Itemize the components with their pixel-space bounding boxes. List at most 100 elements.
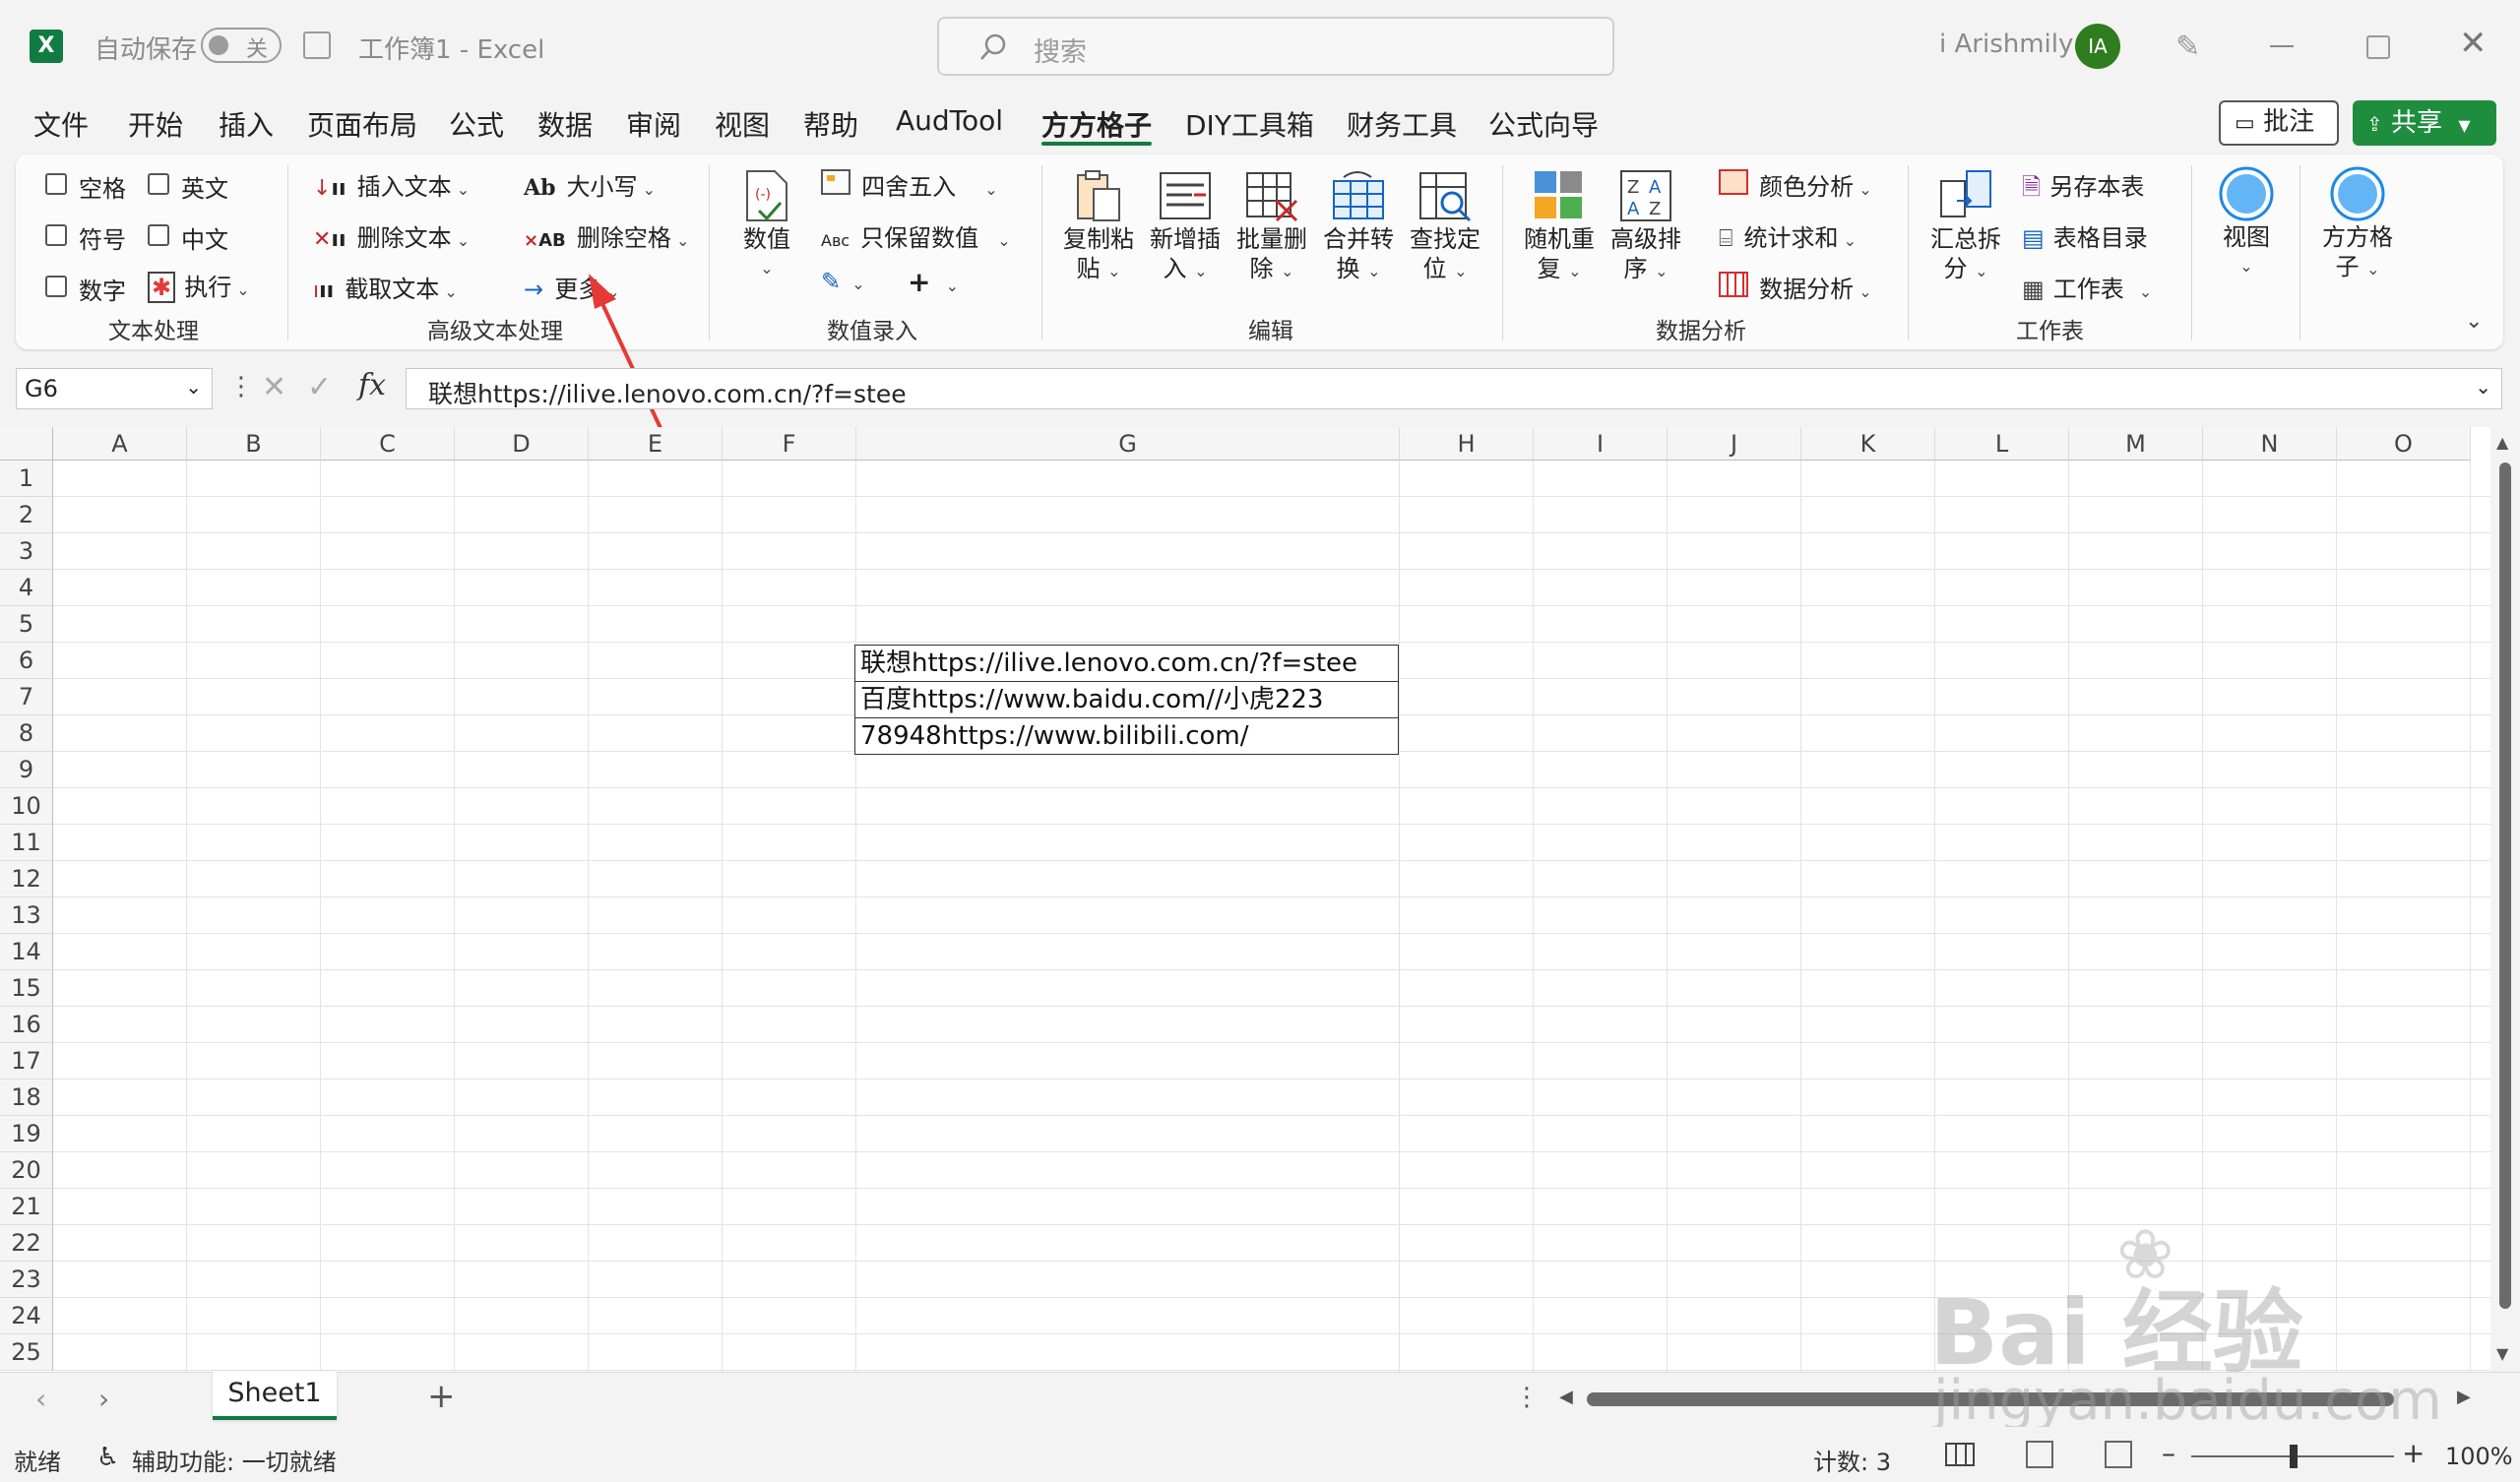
comment-button[interactable]: ▭ 批注 (2219, 100, 2339, 146)
row-header-3[interactable]: 3 (0, 533, 53, 570)
confirm-icon[interactable]: ✓ (307, 370, 332, 404)
checkbox-english[interactable] (148, 173, 169, 195)
close-icon[interactable]: ✕ (2459, 24, 2488, 63)
execute-button[interactable]: ✱ 执行 ⌄ (148, 268, 250, 303)
sheet-tab-sheet1[interactable]: Sheet1 (213, 1371, 337, 1420)
more-options-icon[interactable]: ⋮ (1514, 1383, 1540, 1412)
tab-file[interactable]: 文件 (33, 104, 89, 144)
share-button[interactable]: ⇪ 共享 ▼ (2353, 100, 2496, 146)
case-button[interactable]: Ab 大小写 ⌄ (524, 167, 656, 202)
more-options-icon[interactable]: ⋮ (228, 372, 254, 401)
row-header-7[interactable]: 7 (0, 679, 53, 715)
find-locate-button[interactable]: 查找定 位 ⌄ (1406, 167, 1484, 286)
tab-finance-tools[interactable]: 财务工具 (1347, 104, 1457, 144)
column-header-e[interactable]: E (589, 427, 723, 461)
row-header-12[interactable]: 12 (0, 861, 53, 897)
column-header-f[interactable]: F (723, 427, 856, 461)
insert-function-button[interactable]: fx (358, 368, 386, 402)
row-header-1[interactable]: 1 (0, 461, 53, 497)
scroll-up-icon[interactable]: ▲ (2496, 433, 2508, 452)
tab-audtool[interactable]: AudTool (896, 104, 1003, 137)
row-header-20[interactable]: 20 (0, 1152, 53, 1189)
pen-icon[interactable]: ✎ (2175, 30, 2200, 64)
summary-split-button[interactable]: 汇总拆 分 ⌄ (1923, 167, 2008, 286)
vertical-scroll-thumb[interactable] (2499, 463, 2511, 1309)
save-sheet-button[interactable]: 🗎 另存本表 (2022, 167, 2144, 211)
row-header-22[interactable]: 22 (0, 1225, 53, 1262)
zoom-in-button[interactable]: + (2402, 1437, 2425, 1469)
save-icon[interactable] (303, 31, 331, 59)
row-header-21[interactable]: 21 (0, 1189, 53, 1225)
zoom-level[interactable]: 100% (2445, 1443, 2513, 1470)
chevron-left-icon[interactable]: ‹ (35, 1383, 46, 1415)
tab-help[interactable]: 帮助 (803, 104, 858, 144)
formula-input[interactable]: 联想https://ilive.lenovo.com.cn/?f=stee ⌄ (406, 368, 2502, 409)
tab-view[interactable]: 视图 (715, 104, 770, 144)
cancel-icon[interactable]: ✕ (262, 370, 286, 404)
zoom-slider-thumb[interactable] (2290, 1445, 2298, 1468)
tab-review[interactable]: 审阅 (626, 104, 681, 144)
scroll-down-icon[interactable]: ▼ (2496, 1344, 2508, 1363)
row-header-18[interactable]: 18 (0, 1080, 53, 1116)
random-repeat-button[interactable]: 随机重 复 ⌄ (1520, 167, 1599, 286)
advanced-sort-button[interactable]: ZAAZ 高级排 序 ⌄ (1606, 167, 1685, 286)
scroll-right-icon[interactable]: ▶ (2457, 1387, 2471, 1407)
row-header-2[interactable]: 2 (0, 497, 53, 533)
column-header-j[interactable]: J (1668, 427, 1801, 461)
view-button[interactable]: 视图 ⌄ (2209, 165, 2284, 281)
stat-sum-button[interactable]: ⌸ 统计求和 ⌄ (1719, 218, 1857, 253)
row-header-6[interactable]: 6 (0, 643, 53, 679)
cell-g8[interactable]: 78948https://www.bilibili.com/ (854, 717, 1399, 755)
row-header-16[interactable]: 16 (0, 1007, 53, 1043)
chevron-right-icon[interactable]: › (98, 1383, 109, 1415)
user-name[interactable]: i Arishmily (1939, 30, 2073, 59)
row-header-17[interactable]: 17 (0, 1043, 53, 1080)
insert-text-button[interactable]: ↓ıı 插入文本 ⌄ (313, 167, 470, 202)
batch-delete-button[interactable]: 批量删 除 ⌄ (1232, 167, 1311, 286)
column-header-l[interactable]: L (1935, 427, 2069, 461)
checkbox-symbol[interactable] (45, 224, 67, 246)
select-all-corner[interactable] (0, 427, 53, 461)
tab-insert[interactable]: 插入 (219, 104, 274, 144)
row-header-13[interactable]: 13 (0, 897, 53, 934)
data-analysis-button[interactable]: 数据分析 ⌄ (1719, 270, 1872, 304)
column-header-k[interactable]: K (1801, 427, 1935, 461)
worksheet-button[interactable]: ▦ 工作表 ⌄ (2022, 270, 2152, 304)
extract-text-button[interactable]: ııı 截取文本 ⌄ (313, 270, 458, 304)
restore-icon[interactable] (2366, 35, 2390, 59)
checkbox-space[interactable] (45, 173, 67, 195)
ffgz-button[interactable]: 方方格 子 ⌄ (2315, 165, 2400, 284)
checkbox-number[interactable] (45, 276, 67, 297)
zoom-out-button[interactable]: – (2162, 1437, 2175, 1469)
column-header-i[interactable]: I (1534, 427, 1668, 461)
color-analysis-button[interactable]: 颜色分析 ⌄ (1719, 167, 1872, 202)
cell-g7[interactable]: 百度https://www.baidu.com//小虎223 (854, 681, 1399, 718)
tab-formula-wizard[interactable]: 公式向导 (1488, 104, 1599, 144)
row-header-9[interactable]: 9 (0, 752, 53, 788)
row-header-10[interactable]: 10 (0, 788, 53, 825)
normal-view-icon[interactable] (1945, 1443, 1975, 1466)
add-entry-button[interactable]: + ⌄ (908, 266, 959, 298)
column-header-g[interactable]: G (856, 427, 1400, 461)
tab-ffgz[interactable]: 方方格子 (1041, 104, 1152, 144)
column-header-n[interactable]: N (2203, 427, 2337, 461)
tab-formulas[interactable]: 公式 (449, 104, 504, 144)
vertical-scrollbar[interactable]: ▲ ▼ (2490, 427, 2520, 1372)
row-header-14[interactable]: 14 (0, 934, 53, 970)
scroll-left-icon[interactable]: ◀ (1559, 1387, 1573, 1407)
column-header-d[interactable]: D (455, 427, 589, 461)
column-header-b[interactable]: B (187, 427, 321, 461)
cell-g6[interactable]: 联想https://ilive.lenovo.com.cn/?f=stee (854, 645, 1399, 682)
column-header-h[interactable]: H (1400, 427, 1534, 461)
worksheet-grid[interactable]: ABCDEFGHIJKLMNO 1 2 3 4 5 6 7 8 9 10 11 12 13 14 15 16 1… (0, 427, 2490, 1372)
tab-diy-toolbox[interactable]: DIY工具箱 (1185, 104, 1314, 144)
minimize-icon[interactable] (2270, 45, 2294, 47)
tab-data[interactable]: 数据 (537, 104, 593, 144)
sheet-index-button[interactable]: ▤ 表格目录 (2022, 218, 2148, 253)
delete-space-button[interactable]: ×AB 删除空格 ⌄ (524, 218, 689, 253)
column-header-o[interactable]: O (2337, 427, 2471, 461)
avatar[interactable]: IA (2075, 24, 2120, 69)
checkbox-chinese[interactable] (148, 224, 169, 246)
page-break-view-icon[interactable] (2105, 1441, 2132, 1468)
row-header-23[interactable]: 23 (0, 1262, 53, 1298)
